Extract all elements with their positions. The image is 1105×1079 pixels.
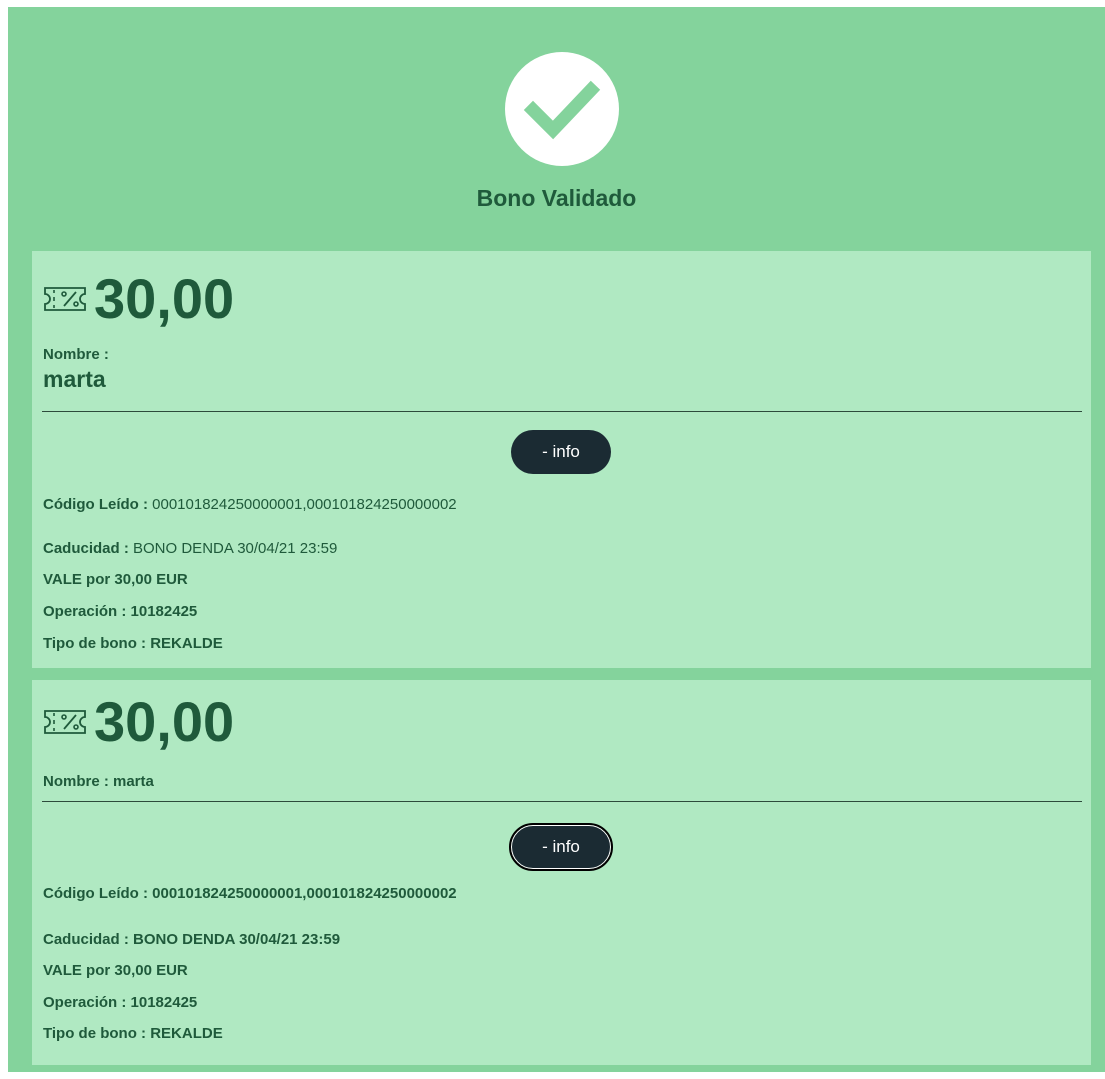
operacion: Operación : 10182425: [43, 994, 198, 1011]
info-toggle-button[interactable]: - info: [511, 430, 611, 474]
tipo-de-bono: Tipo de bono : REKALDE: [43, 635, 223, 652]
page: Bono Validado 30,00 Nombre : marta - inf…: [0, 0, 1105, 1079]
amount-row: 30,00: [42, 692, 234, 752]
voucher-amount: 30,00: [94, 267, 235, 330]
vale-amount: VALE por 30,00 EUR: [43, 962, 188, 979]
divider: [42, 801, 1082, 802]
name-label: Nombre :: [43, 346, 109, 363]
coupon-percent-icon: [44, 287, 86, 311]
coupon-percent-icon: [44, 710, 86, 734]
validation-panel: Bono Validado 30,00 Nombre : marta - inf…: [8, 7, 1105, 1072]
codigo-leido: Código Leído : 000101824250000001,000101…: [43, 496, 457, 513]
voucher-amount: 30,00: [94, 690, 235, 753]
codigo-leido: Código Leído : 000101824250000001,000101…: [43, 885, 457, 902]
page-title: Bono Validado: [476, 185, 637, 211]
name-value: marta: [43, 366, 106, 392]
vale-amount: VALE por 30,00 EUR: [43, 571, 188, 588]
validation-header: Bono Validado: [8, 7, 1105, 247]
voucher-card: 30,00 Nombre : marta - info Código Leído…: [32, 251, 1091, 668]
name-line: Nombre : marta: [43, 773, 154, 790]
info-toggle-button[interactable]: - info: [509, 823, 613, 871]
operacion: Operación : 10182425: [43, 603, 198, 620]
tipo-de-bono: Tipo de bono : REKALDE: [43, 1025, 223, 1042]
voucher-card: 30,00 Nombre : marta - info Código Leído…: [32, 680, 1091, 1065]
caducidad: Caducidad : BONO DENDA 30/04/21 23:59: [43, 540, 338, 557]
caducidad: Caducidad : BONO DENDA 30/04/21 23:59: [43, 931, 341, 948]
amount-row: 30,00: [42, 269, 234, 329]
divider: [42, 411, 1082, 412]
check-icon: [505, 52, 619, 166]
